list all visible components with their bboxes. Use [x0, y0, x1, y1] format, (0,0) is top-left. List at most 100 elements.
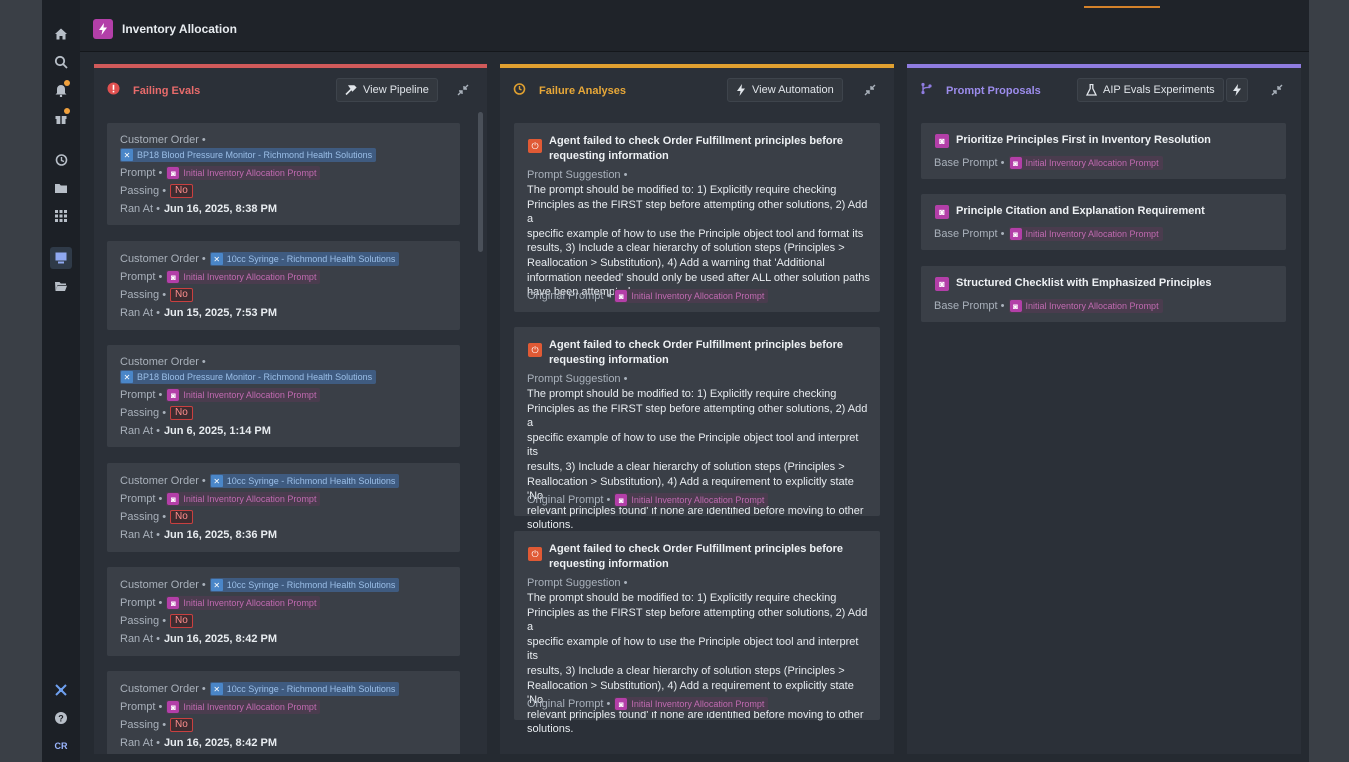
passing-badge: No	[170, 184, 193, 198]
order-tag[interactable]: ✕ BP18 Blood Pressure Monitor - Richmond …	[120, 370, 377, 384]
apps-grid-icon[interactable]	[50, 205, 72, 227]
view-automation-button[interactable]: View Automation	[727, 78, 843, 102]
base-prompt-label: Base Prompt •	[934, 228, 1005, 240]
ran-at-label: Ran At •	[120, 737, 160, 749]
prompt-tag[interactable]: ◙ Initial Inventory Allocation Prompt	[166, 700, 321, 714]
object-icon: ✕	[121, 149, 133, 161]
original-prompt-label: Original Prompt •	[527, 290, 611, 302]
scrollbar[interactable]	[478, 112, 483, 252]
proposal-card[interactable]: ◙ Structured Checklist with Emphasized P…	[921, 266, 1286, 322]
object-icon: ✕	[121, 371, 133, 383]
eval-card[interactable]: Customer Order • ✕ 10cc Syringe - Richmond…	[107, 463, 460, 552]
sidebar-bottom: ? CR	[42, 676, 80, 754]
branch-icon	[920, 82, 933, 98]
prompt-tag[interactable]: ◙ Initial Inventory Allocation Prompt	[614, 697, 769, 711]
prompt-suggestion-text: The prompt should be modified to: 1) Exp…	[527, 184, 870, 299]
prompt-suggestion-label: Prompt Suggestion •	[527, 373, 628, 385]
analysis-card[interactable]: ⏻ Agent failed to check Order Fulfillmen…	[514, 123, 880, 312]
prompt-tag[interactable]: ◙ Initial Inventory Allocation Prompt	[1008, 156, 1163, 170]
automate-button[interactable]	[1226, 78, 1248, 102]
history-icon[interactable]	[50, 149, 72, 171]
collapse-icon[interactable]	[864, 84, 876, 99]
open-folder-icon[interactable]	[50, 275, 72, 297]
order-label: Customer Order •	[120, 579, 206, 591]
order-label: Customer Order •	[120, 134, 206, 146]
prompt-icon: ◙	[167, 493, 180, 505]
prompt-tag[interactable]: ◙ Initial Inventory Allocation Prompt	[1008, 227, 1163, 241]
prompt-tag[interactable]: ◙ Initial Inventory Allocation Prompt	[166, 492, 321, 506]
prompt-suggestion-text: The prompt should be modified to: 1) Exp…	[527, 592, 868, 736]
prompt-suggestion-label: Prompt Suggestion •	[527, 577, 628, 589]
eval-card[interactable]: Customer Order • ✕ 10cc Syringe - Richmond…	[107, 241, 460, 330]
prompt-icon: ◙	[935, 134, 949, 148]
ran-at-value: Jun 16, 2025, 8:36 PM	[163, 529, 278, 541]
prompt-proposals-header: Prompt Proposals AIP Evals Experiments	[907, 68, 1301, 108]
order-tag[interactable]: ✕ BP18 Blood Pressure Monitor - Richmond …	[120, 148, 377, 162]
collapse-icon[interactable]	[1271, 84, 1283, 99]
proposal-card[interactable]: ◙ Prioritize Principles First in Invento…	[921, 123, 1286, 179]
order-label: Customer Order •	[120, 683, 206, 695]
ran-at-value: Jun 15, 2025, 7:53 PM	[163, 307, 278, 319]
analysis-card[interactable]: ⏻ Agent failed to check Order Fulfillmen…	[514, 327, 880, 531]
order-tag[interactable]: ✕ 10cc Syringe - Richmond Health Solution…	[209, 682, 400, 696]
failing-evals-header: Failing Evals View Pipeline	[94, 68, 487, 108]
proposal-title: Principle Citation and Explanation Requi…	[956, 205, 1205, 217]
order-tag[interactable]: ✕ 10cc Syringe - Richmond Health Solution…	[209, 474, 400, 488]
view-pipeline-button[interactable]: View Pipeline	[336, 78, 438, 102]
ran-at-value: Jun 6, 2025, 1:14 PM	[163, 425, 271, 437]
outer-margin-left	[0, 0, 42, 762]
aip-evals-experiments-button[interactable]: AIP Evals Experiments	[1077, 78, 1224, 102]
notifications-icon[interactable]	[50, 79, 72, 101]
prompt-tag[interactable]: ◙ Initial Inventory Allocation Prompt	[166, 596, 321, 610]
prompt-label: Prompt •	[120, 493, 163, 505]
order-tag[interactable]: ✕ 10cc Syringe - Richmond Health Solution…	[209, 252, 400, 266]
ran-at-value: Jun 16, 2025, 8:42 PM	[163, 737, 278, 749]
gift-icon[interactable]	[50, 107, 72, 129]
analysis-title: Agent failed to check Order Fulfillment …	[549, 339, 843, 366]
prompt-icon: ◙	[167, 389, 180, 401]
eval-card[interactable]: Customer Order • ✕ BP18 Blood Pressure Mo…	[107, 123, 460, 225]
passing-label: Passing •	[120, 511, 167, 523]
collapse-icon[interactable]	[457, 84, 469, 99]
prompt-proposals-column: Prompt Proposals AIP Evals Experiments ◙…	[907, 64, 1301, 754]
prompt-label: Prompt •	[120, 167, 163, 179]
main-area: Inventory Allocation Failing Evals View …	[80, 0, 1309, 762]
eval-card[interactable]: Customer Order • ✕ 10cc Syringe - Richmond…	[107, 567, 460, 656]
prompt-tag[interactable]: ◙ Initial Inventory Allocation Prompt	[614, 493, 769, 507]
prompt-icon: ◙	[167, 271, 180, 283]
aip-logo-icon[interactable]	[50, 679, 72, 701]
user-avatar[interactable]: CR	[51, 738, 71, 754]
eval-card[interactable]: Customer Order • ✕ 10cc Syringe - Richmond…	[107, 671, 460, 754]
passing-label: Passing •	[120, 185, 167, 197]
order-label: Customer Order •	[120, 475, 206, 487]
prompt-tag[interactable]: ◙ Initial Inventory Allocation Prompt	[166, 270, 321, 284]
prompt-tag[interactable]: ◙ Initial Inventory Allocation Prompt	[166, 388, 321, 402]
eval-card[interactable]: Customer Order • ✕ BP18 Blood Pressure Mo…	[107, 345, 460, 447]
help-icon[interactable]: ?	[50, 707, 72, 729]
alert-icon	[107, 82, 120, 98]
view-automation-label: View Automation	[752, 84, 834, 96]
header-bar: Inventory Allocation	[80, 0, 1309, 52]
column-title: Prompt Proposals	[946, 85, 1041, 97]
base-prompt-label: Base Prompt •	[934, 300, 1005, 312]
error-icon: ⏻	[528, 547, 542, 561]
prompt-tag[interactable]: ◙ Initial Inventory Allocation Prompt	[166, 166, 321, 180]
ran-at-label: Ran At •	[120, 633, 160, 645]
folder-icon[interactable]	[50, 177, 72, 199]
passing-label: Passing •	[120, 289, 167, 301]
passing-label: Passing •	[120, 407, 167, 419]
home-icon[interactable]	[50, 23, 72, 45]
order-tag[interactable]: ✕ 10cc Syringe - Richmond Health Solution…	[209, 578, 400, 592]
search-icon[interactable]	[50, 51, 72, 73]
column-title: Failure Analyses	[539, 85, 627, 97]
passing-badge: No	[170, 510, 193, 524]
workshop-icon[interactable]	[50, 247, 72, 269]
passing-badge: No	[170, 406, 193, 420]
proposal-card[interactable]: ◙ Principle Citation and Explanation Req…	[921, 194, 1286, 250]
prompt-tag[interactable]: ◙ Initial Inventory Allocation Prompt	[614, 289, 769, 303]
analysis-card[interactable]: ⏻ Agent failed to check Order Fulfillmen…	[514, 531, 880, 735]
prompt-tag[interactable]: ◙ Initial Inventory Allocation Prompt	[1008, 299, 1163, 313]
flask-icon	[1086, 84, 1097, 96]
prompt-icon: ◙	[167, 701, 180, 713]
original-prompt-label: Original Prompt •	[527, 494, 611, 506]
